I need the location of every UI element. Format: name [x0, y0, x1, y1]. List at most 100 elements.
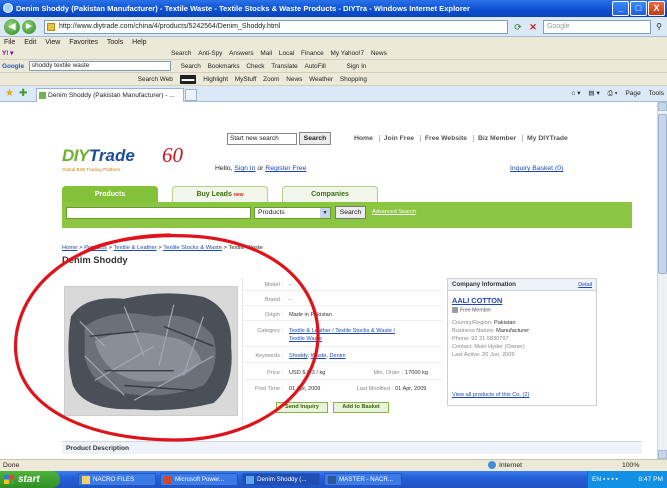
free-website-link[interactable]: Free Website — [419, 135, 472, 142]
biz-member-link[interactable]: Biz Member — [472, 135, 521, 142]
yahoo-antispy[interactable]: Anti-Spy — [198, 48, 222, 59]
google-search-button[interactable]: Search — [181, 60, 201, 72]
menu-help[interactable]: Help — [132, 39, 146, 46]
google-logo: Google — [2, 63, 25, 70]
weather-button[interactable]: Weather — [309, 73, 333, 85]
advanced-search-link[interactable]: Advanced Search — [372, 209, 416, 215]
menu-tools[interactable]: Tools — [107, 39, 123, 46]
refresh-icon[interactable]: ⟳ — [511, 20, 525, 34]
google-autofill[interactable]: AutoFill — [304, 60, 325, 72]
inquiry-basket-link[interactable]: Inquiry Basket (0) — [510, 165, 563, 172]
minimize-button[interactable]: _ — [612, 1, 629, 16]
language-indicator[interactable]: EN — [592, 476, 601, 483]
maximize-button[interactable]: □ — [630, 1, 647, 16]
yahoo-finance[interactable]: Finance — [301, 48, 324, 59]
product-search-button[interactable]: Search — [335, 206, 366, 219]
company-country-label: Country/Region: — [452, 320, 493, 326]
join-free-link[interactable]: Join Free — [378, 135, 418, 142]
url-input[interactable]: http://www.diytrade.com/china/4/products… — [44, 20, 508, 34]
search-web-button[interactable]: Search Web — [138, 73, 173, 85]
menu-view[interactable]: View — [45, 39, 60, 46]
my-diytrade-link[interactable]: My DIYTrade — [522, 135, 572, 142]
ie-app-icon — [3, 3, 13, 13]
sign-in-link[interactable]: Sign In — [234, 165, 255, 172]
menu-favorites[interactable]: Favorites — [69, 39, 98, 46]
company-name-link[interactable]: AALI COTTON — [452, 296, 502, 305]
add-to-basket-button[interactable]: Add to Basket — [333, 402, 389, 413]
clock[interactable]: 8:47 PM — [638, 471, 663, 488]
yahoo-answers[interactable]: Answers — [229, 48, 254, 59]
scroll-up-button[interactable] — [658, 102, 667, 111]
highlight-button[interactable]: Highlight — [203, 73, 228, 85]
crumb-textile-stocks[interactable]: Textile Stocks & Waste — [163, 245, 222, 251]
back-button[interactable]: ◀ — [4, 19, 20, 35]
add-favorites-icon[interactable]: ✚ — [19, 88, 27, 99]
close-button[interactable]: X — [648, 1, 665, 16]
zoom-button[interactable]: Zoom — [263, 73, 279, 85]
yahoo-my-yahoo[interactable]: My Yahoo!7 — [331, 48, 365, 59]
yahoo-search-button[interactable]: Search — [171, 48, 191, 59]
new-tab-button[interactable] — [185, 89, 197, 101]
yahoo-mail[interactable]: Mail — [260, 48, 272, 59]
product-search-input[interactable] — [66, 207, 251, 219]
news-button[interactable]: News — [286, 73, 302, 85]
greeting-prefix: Hello, — [215, 165, 233, 172]
scroll-down-button[interactable] — [658, 450, 667, 459]
send-inquiry-button[interactable]: Send Inquiry — [276, 402, 328, 413]
start-button[interactable]: start — [0, 471, 60, 488]
spec-brand-value: - — [289, 297, 291, 303]
tab-buy-leads[interactable]: Buy Leads new — [172, 186, 268, 202]
shopping-button[interactable]: Shopping — [340, 73, 367, 85]
yahoo-logo-icon[interactable]: Y! ▾ — [2, 48, 13, 59]
task-denim-shoddy[interactable]: Denim Shoddy (... — [242, 473, 320, 486]
spec-category-link-2[interactable]: Textile Waste — [289, 336, 322, 342]
keyword-link[interactable]: Waste — [311, 353, 327, 359]
view-all-products-link[interactable]: View all products of this Co. (2) — [452, 392, 529, 398]
menu-file[interactable]: File — [4, 39, 15, 46]
site-search-input[interactable]: Start new search — [227, 133, 297, 145]
spec-category-link[interactable]: Textile & Leather / Textile Stocks & Was… — [289, 328, 395, 334]
tools-menu[interactable]: Tools — [649, 90, 664, 97]
home-link[interactable]: Home — [350, 135, 377, 142]
tab-products[interactable]: Products — [62, 186, 158, 202]
yahoo-toolbar: Y! ▾ Search Anti-Spy Answers Mail Local … — [0, 48, 667, 60]
google-sign-in[interactable]: Sign In — [347, 60, 367, 72]
menu-edit[interactable]: Edit — [24, 39, 36, 46]
print-icon[interactable]: ⎙ ▾ — [608, 90, 618, 97]
feeds-icon[interactable]: ▤ ▾ — [588, 90, 599, 97]
zoom-level[interactable]: 100% — [622, 460, 639, 471]
mystuff-button[interactable]: MyStuff — [235, 73, 257, 85]
task-nacro-files[interactable]: NACRO FILES — [78, 473, 156, 486]
tab-denim-shoddy[interactable]: Denim Shoddy (Pakistan Manufacturer) - .… — [36, 88, 184, 102]
yahoo-news[interactable]: News — [371, 48, 387, 59]
vertical-scrollbar[interactable] — [657, 102, 667, 459]
task-master[interactable]: MASTER - NACR... — [324, 473, 402, 486]
crumb-textile-leather[interactable]: Textile & Leather — [113, 245, 156, 251]
site-search-button[interactable]: Search — [299, 132, 331, 145]
search-icon[interactable]: ⚲ — [653, 20, 665, 34]
stop-icon[interactable]: ✕ — [526, 20, 540, 34]
home-icon[interactable]: ⌂ ▾ — [571, 90, 580, 97]
scroll-thumb[interactable] — [658, 114, 667, 274]
browser-search-input[interactable]: Google — [543, 20, 651, 34]
keyword-link[interactable]: Shoddy — [289, 353, 308, 359]
register-link[interactable]: Register Free — [265, 165, 306, 172]
crumb-home[interactable]: Home — [62, 245, 77, 251]
diytrade-logo[interactable]: DIYTrade 60 Global B2B Trading Platform — [62, 143, 183, 176]
google-search-input[interactable]: shoddy textile waste — [28, 61, 171, 72]
google-check[interactable]: Check — [246, 60, 264, 72]
category-select[interactable]: Products ▼ — [254, 207, 331, 219]
google-translate[interactable]: Translate — [271, 60, 297, 72]
google-bookmarks[interactable]: Bookmarks — [208, 60, 240, 72]
keyword-link[interactable]: Denim — [329, 353, 345, 359]
yahoo-local[interactable]: Local — [279, 48, 294, 59]
company-detail-link[interactable]: Detail — [578, 279, 592, 291]
task-powerpoint[interactable]: Microsoft Power... — [160, 473, 238, 486]
forward-button[interactable]: ▶ — [22, 20, 36, 34]
page-menu[interactable]: Page — [625, 90, 640, 97]
crumb-products[interactable]: Products — [84, 245, 107, 251]
product-image[interactable] — [64, 286, 238, 416]
tab-companies[interactable]: Companies — [282, 186, 378, 202]
tray-icons[interactable]: ▪ ▪ ▪ ▪ — [603, 476, 618, 483]
favorites-star-icon[interactable]: ★ — [5, 88, 14, 99]
